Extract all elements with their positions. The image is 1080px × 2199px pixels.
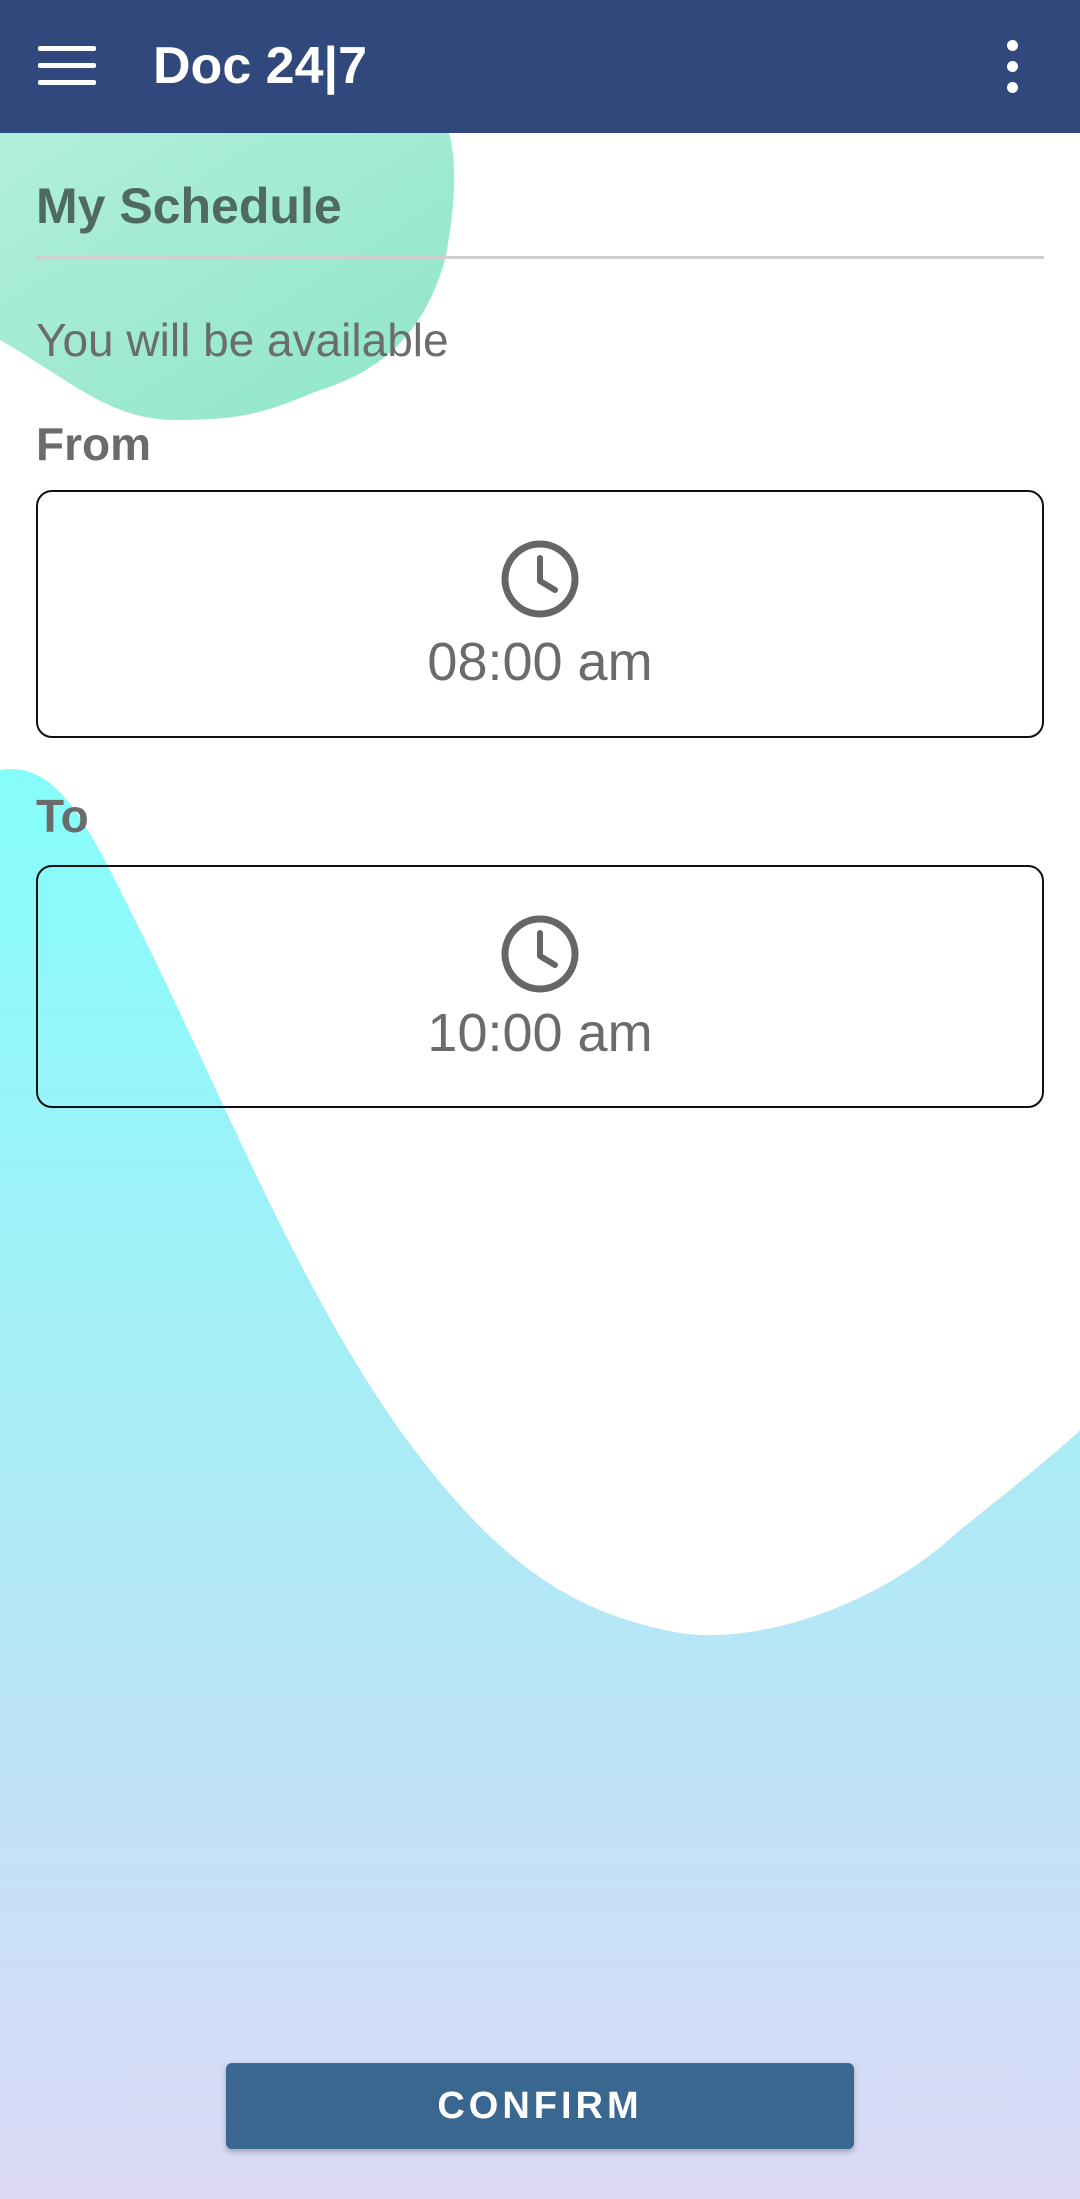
main-content: My Schedule You will be available From 0… — [0, 0, 1080, 2199]
from-time-value: 08:00 am — [427, 632, 653, 692]
page-title: My Schedule — [36, 178, 342, 234]
from-time-picker[interactable]: 08:00 am — [36, 490, 1044, 738]
availability-subtitle: You will be available — [36, 314, 449, 366]
clock-icon — [501, 915, 579, 993]
to-time-value: 10:00 am — [427, 1003, 653, 1063]
to-label: To — [36, 790, 89, 842]
more-vertical-icon[interactable] — [992, 38, 1032, 96]
to-time-picker[interactable]: 10:00 am — [36, 865, 1044, 1108]
confirm-button[interactable]: CONFIRM — [226, 2063, 854, 2149]
app-bar: Doc 24|7 — [0, 0, 1080, 133]
schedule-screen: Doc 24|7 My Schedule You will be availab… — [0, 0, 1080, 2199]
clock-icon — [501, 540, 579, 618]
hamburger-menu-icon[interactable] — [38, 46, 96, 86]
from-label: From — [36, 418, 151, 470]
title-divider — [36, 256, 1044, 259]
app-title: Doc 24|7 — [153, 37, 367, 95]
